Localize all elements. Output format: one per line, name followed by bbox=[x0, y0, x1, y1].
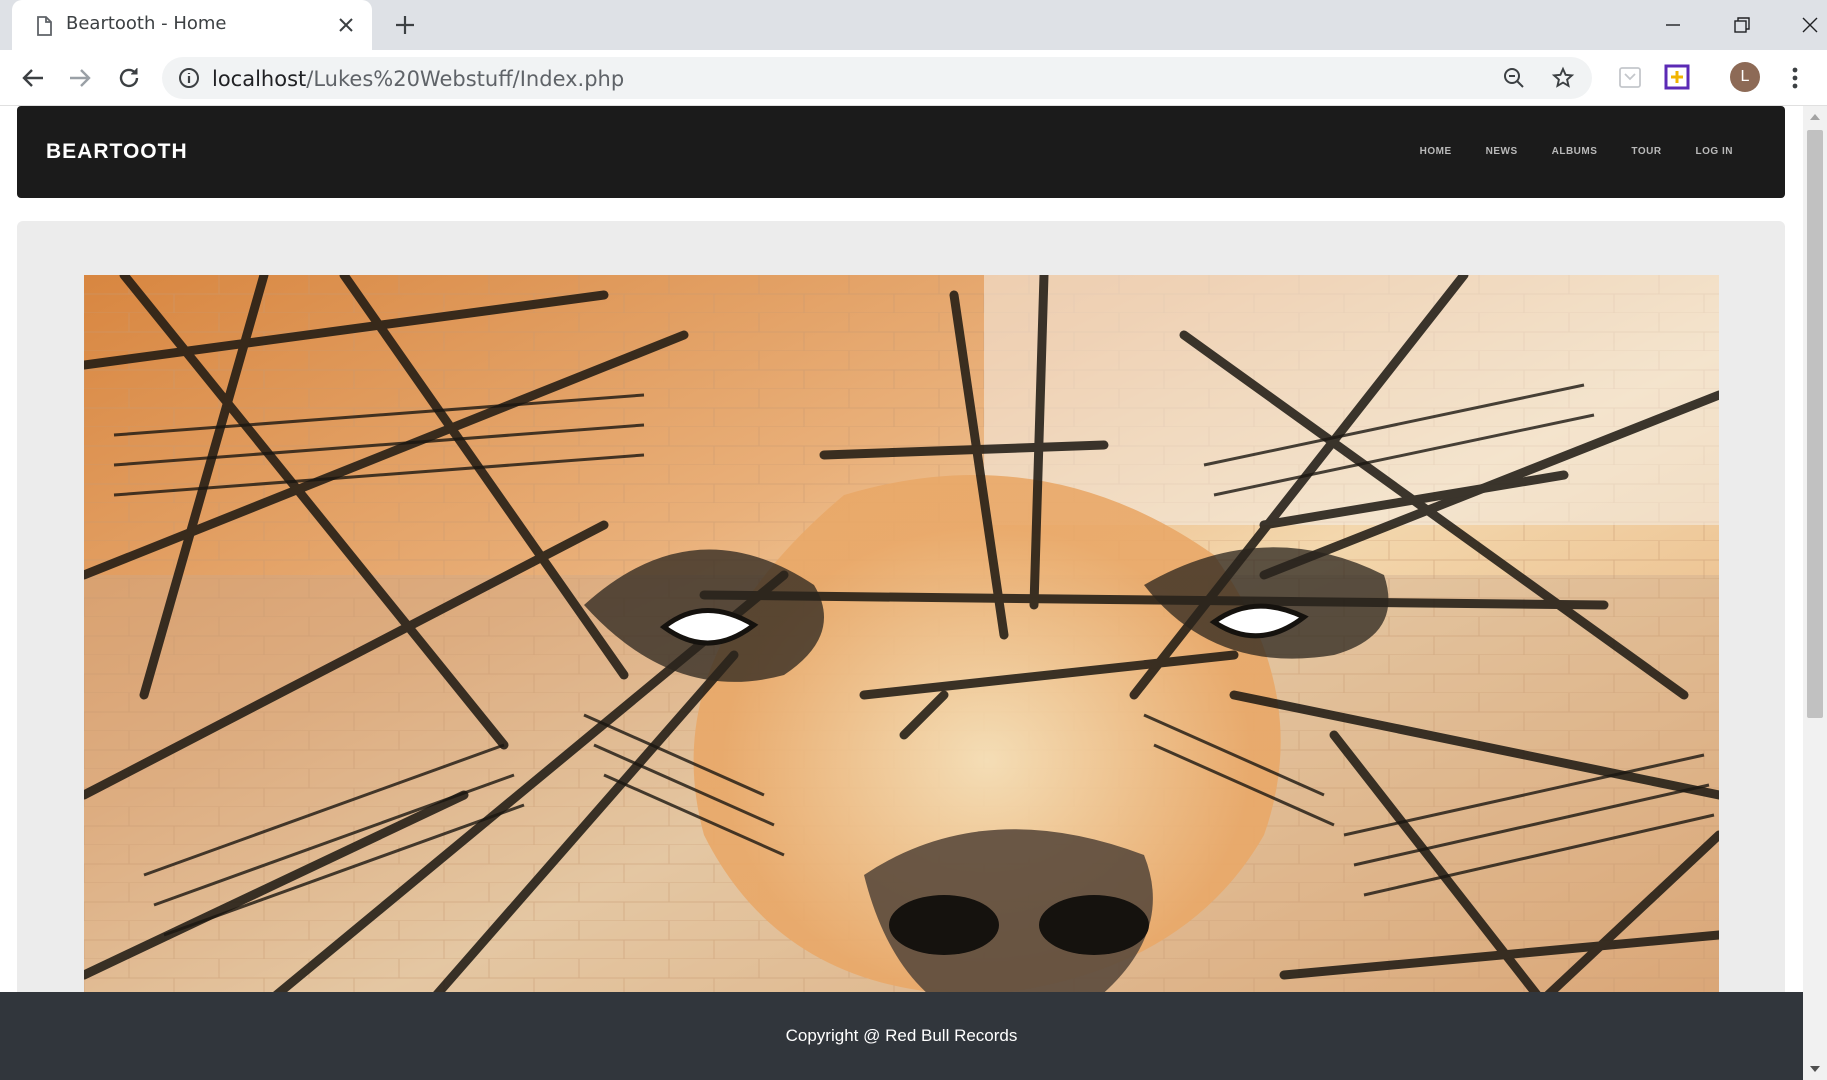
bookmark-star-icon[interactable] bbox=[1551, 66, 1575, 90]
scroll-thumb[interactable] bbox=[1807, 130, 1823, 718]
minimize-icon[interactable] bbox=[1658, 10, 1688, 40]
address-bar[interactable]: localhost/Lukes%20Webstuff/Index.php bbox=[162, 57, 1592, 99]
zoom-out-icon[interactable] bbox=[1502, 66, 1526, 90]
scroll-up-arrow-icon[interactable] bbox=[1809, 112, 1821, 122]
close-tab-icon[interactable] bbox=[336, 15, 356, 35]
url-path: /Lukes%20Webstuff/Index.php bbox=[306, 67, 625, 91]
extension-pocket-icon[interactable] bbox=[1616, 63, 1644, 91]
nav-links: HOME NEWS ALBUMS TOUR LOG IN bbox=[1420, 146, 1733, 157]
nav-news-link[interactable]: NEWS bbox=[1486, 146, 1518, 157]
page-icon bbox=[37, 16, 52, 36]
browser-tab-bar: Beartooth - Home bbox=[0, 0, 1827, 50]
restore-icon[interactable] bbox=[1727, 10, 1757, 40]
hero-image bbox=[84, 275, 1719, 1055]
new-tab-icon[interactable] bbox=[393, 13, 417, 37]
profile-avatar[interactable]: L bbox=[1730, 62, 1760, 92]
url-text[interactable]: localhost/Lukes%20Webstuff/Index.php bbox=[212, 67, 624, 91]
site-footer: Copyright @ Red Bull Records bbox=[0, 992, 1803, 1080]
reload-icon[interactable] bbox=[115, 64, 143, 92]
site-info-icon[interactable] bbox=[177, 66, 201, 90]
site-navbar: BEARTOOTH HOME NEWS ALBUMS TOUR LOG IN bbox=[17, 106, 1785, 198]
nav-tour-link[interactable]: TOUR bbox=[1631, 146, 1661, 157]
nav-home-link[interactable]: HOME bbox=[1420, 146, 1452, 157]
browser-tab[interactable]: Beartooth - Home bbox=[12, 0, 372, 50]
copyright-text: Copyright @ Red Bull Records bbox=[785, 1026, 1018, 1045]
browser-menu-icon[interactable] bbox=[1783, 64, 1807, 92]
browser-toolbar: localhost/Lukes%20Webstuff/Index.php L bbox=[0, 50, 1827, 106]
hero-container bbox=[17, 221, 1785, 1080]
page-viewport: BEARTOOTH HOME NEWS ALBUMS TOUR LOG IN C… bbox=[0, 106, 1803, 1080]
nav-login-link[interactable]: LOG IN bbox=[1696, 146, 1733, 157]
forward-arrow-icon[interactable] bbox=[66, 64, 94, 92]
extension-plus-icon[interactable] bbox=[1663, 63, 1691, 91]
nav-albums-link[interactable]: ALBUMS bbox=[1552, 146, 1598, 157]
scroll-down-arrow-icon[interactable] bbox=[1809, 1064, 1821, 1074]
back-arrow-icon[interactable] bbox=[19, 64, 47, 92]
tab-title: Beartooth - Home bbox=[66, 13, 227, 34]
site-brand[interactable]: BEARTOOTH bbox=[46, 140, 188, 164]
url-host: localhost bbox=[212, 67, 307, 91]
close-window-icon[interactable] bbox=[1795, 10, 1825, 40]
page-scrollbar[interactable] bbox=[1803, 106, 1827, 1080]
